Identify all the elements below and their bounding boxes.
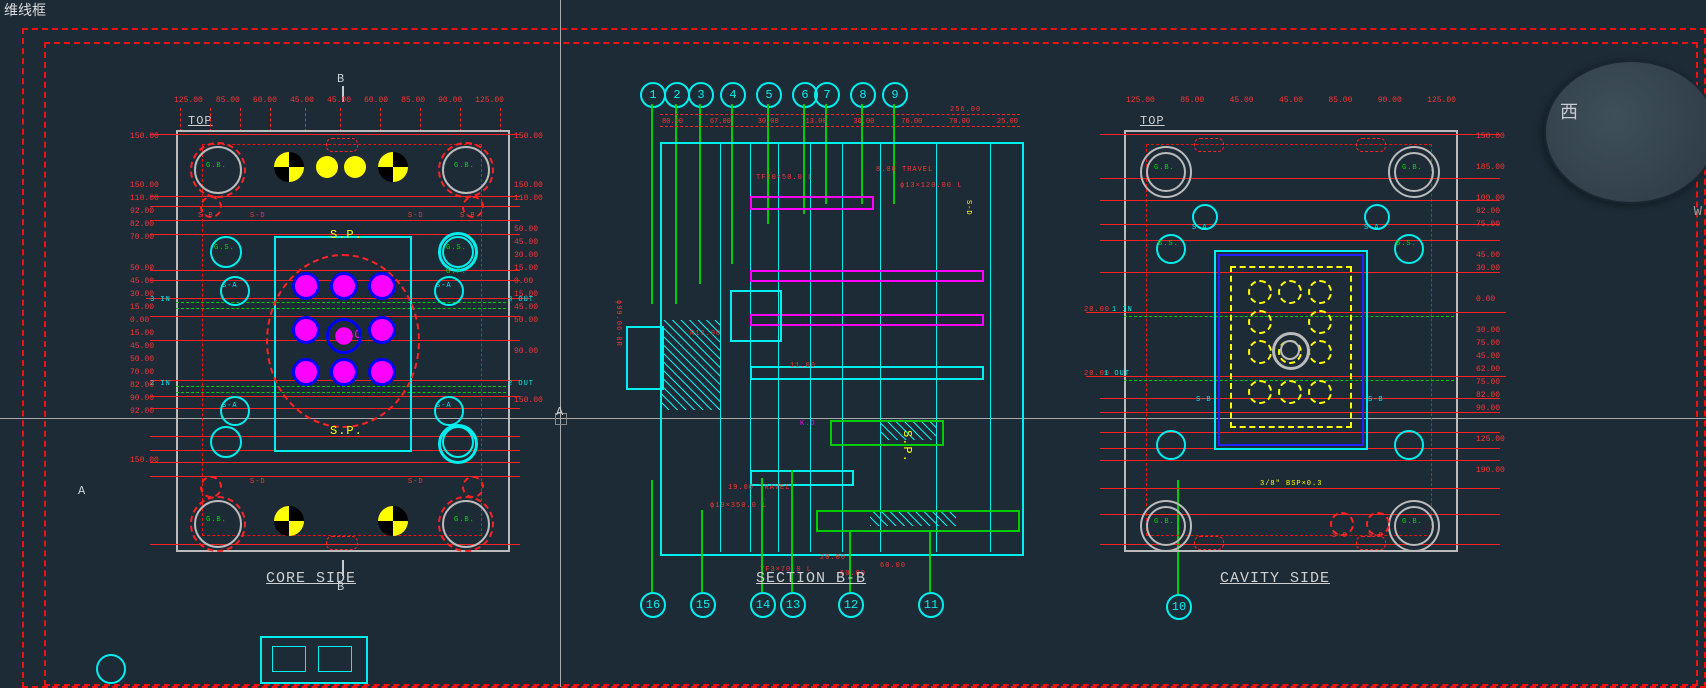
bal-14: 14 <box>750 592 776 618</box>
sb-br <box>462 476 484 498</box>
bal-11: 11 <box>918 592 944 618</box>
section-bb-view: 1 2 3 4 5 6 7 8 9 256.00 80.00 67.00 30.… <box>580 70 1070 630</box>
cavity-top-dims: 125.00 85.00 45.00 45.00 85.00 90.00 125… <box>1126 94 1456 107</box>
sa-1 <box>220 276 250 306</box>
cav-slot-tl <box>1194 138 1224 152</box>
sa-4 <box>434 396 464 426</box>
core-3in: 3 IN <box>150 296 171 304</box>
pin-2 <box>750 270 984 282</box>
core-top-ticks <box>180 108 500 132</box>
cav-slot-br <box>1356 536 1386 550</box>
cgs-tl <box>1156 234 1186 264</box>
cgs-br <box>1394 430 1424 460</box>
pin-1 <box>750 196 874 210</box>
bal-12: 12 <box>838 592 864 618</box>
bal-3: 3 <box>688 82 714 108</box>
bsp-note: 3/8" BSP×0.3 <box>1260 480 1322 488</box>
cav-slot-tr <box>1356 138 1386 152</box>
slot-top <box>326 138 358 152</box>
lead1 <box>651 104 653 304</box>
section-title: SECTION B-B <box>756 570 866 587</box>
cavity-side-view: TOP 125.00 85.00 45.00 45.00 85.00 90.00… <box>1080 80 1550 600</box>
cav-slot-bl <box>1194 536 1224 550</box>
bal-8: 8 <box>850 82 876 108</box>
section-b-top: B <box>337 72 345 86</box>
core-2out: 2 OUT <box>508 380 534 388</box>
cavity-right-dims: 150.00 185.00 100.00 82.00 75.00 45.00 3… <box>1476 130 1524 477</box>
core-side-view: TOP B B A A 125.00 85.00 60.00 45.00 45.… <box>90 80 550 600</box>
core-3out: 3 OUT <box>508 296 534 304</box>
bal-5: 5 <box>756 82 782 108</box>
sa-3 <box>220 396 250 426</box>
section-a-left: A <box>78 484 86 498</box>
cgs-bl <box>1156 430 1186 460</box>
sb-bl <box>200 476 222 498</box>
locating-ring <box>626 326 664 390</box>
slot-bot <box>326 536 358 550</box>
cgs-tr <box>1394 234 1424 264</box>
bal-4: 4 <box>720 82 746 108</box>
view-cube-axis-label: W <box>1694 204 1702 220</box>
corner-legend: 维线框 <box>4 0 46 20</box>
view-cube[interactable]: 西 <box>1544 60 1706 204</box>
core-title: CORE SIDE <box>266 570 356 587</box>
yellow-spot-top <box>316 156 338 178</box>
dim-overall <box>660 114 1020 115</box>
cavity-1in: 1 IN <box>1112 306 1133 314</box>
core-top-dims: 125.00 85.00 60.00 45.00 45.00 60.00 85.… <box>174 94 504 107</box>
sp-bot: S.P. <box>330 424 363 438</box>
bal-2: 2 <box>664 82 690 108</box>
sec-topdims: 80.00 67.00 30.00 13.00 30.00 76.00 70.0… <box>662 118 1018 126</box>
return-pin-3 <box>274 506 304 536</box>
cavity-top-label: TOP <box>1140 114 1165 128</box>
bal-13: 13 <box>780 592 806 618</box>
gs-tl <box>210 236 242 268</box>
return-pin-2 <box>378 152 408 182</box>
sp-top: S.P. <box>330 228 363 242</box>
core-2in: 2 IN <box>150 380 171 388</box>
bal-7: 7 <box>814 82 840 108</box>
core-right-dims: 150.00 150.00 110.00 50.00 45.00 30.00 1… <box>514 130 562 407</box>
cavity-insert <box>730 290 782 342</box>
ko-center <box>326 318 362 354</box>
cavity-title: CAVITY SIDE <box>1220 570 1330 587</box>
cavity-1out: 1 OUT <box>1104 370 1130 378</box>
pin-3 <box>750 314 984 326</box>
gp-br <box>438 424 478 464</box>
bal-1: 1 <box>640 82 666 108</box>
section-a-right: A <box>556 405 564 419</box>
gp-tr <box>438 232 478 272</box>
cad-canvas[interactable]: 维线框 西 W TOP B B A A 125.00 85.00 60.00 4… <box>0 0 1706 687</box>
bal-16: 16 <box>640 592 666 618</box>
return-pin-1 <box>274 152 304 182</box>
bal-15: 15 <box>690 592 716 618</box>
ej-1 <box>292 272 320 300</box>
gs-bl <box>210 426 242 458</box>
view-cube-face-label: 西 <box>1560 98 1578 124</box>
return-pin-4 <box>378 506 408 536</box>
sa-2 <box>434 276 464 306</box>
bal-9: 9 <box>882 82 908 108</box>
misc-circle <box>96 654 126 684</box>
